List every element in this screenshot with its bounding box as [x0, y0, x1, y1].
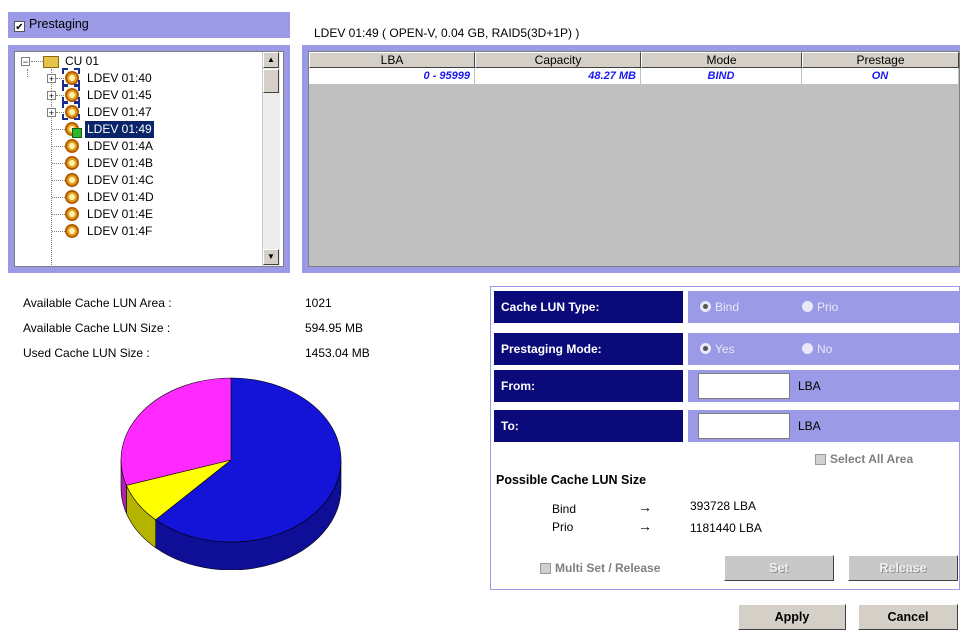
set-button[interactable]: Set [724, 555, 834, 581]
ldev-title: LDEV 01:49 ( OPEN-V, 0.04 GB, RAID5(3D+1… [314, 26, 580, 40]
yes-radio[interactable]: Yes [700, 342, 735, 356]
cell-capacity[interactable]: 48.27 MB [475, 68, 641, 84]
bind-radio[interactable]: Bind [700, 300, 739, 314]
ldev-disk-icon [62, 102, 80, 120]
tree-item-ldev-01-4c[interactable]: LDEV 01:4C [15, 172, 277, 189]
prio-size-label: Prio [552, 520, 574, 534]
ldev-disk-icon [65, 139, 79, 153]
ldev-tree[interactable]: − CU 01 + LDEV 01:40 + LDEV 01:45 + LDEV… [14, 51, 284, 267]
tree-item-ldev-01-47[interactable]: + LDEV 01:47 [15, 102, 277, 121]
tree-item-label: LDEV 01:4A [87, 139, 154, 153]
available-area-value: 1021 [305, 296, 332, 310]
col-header-lba[interactable]: LBA [309, 52, 475, 68]
prestaging-mode-label: Prestaging Mode: [494, 333, 683, 365]
prio-size-value: 1181440 LBA [690, 521, 762, 535]
bind-size-label: Bind [552, 502, 577, 516]
ldev-disk-prestaged-icon [65, 122, 82, 138]
tree-item-ldev-01-45[interactable]: + LDEV 01:45 [15, 85, 277, 104]
ldev-disk-icon [62, 68, 80, 86]
expand-icon[interactable]: + [47, 74, 56, 84]
no-radio-label: No [817, 342, 833, 356]
cell-lba[interactable]: 0 - 95999 [309, 68, 475, 84]
multi-set-label: Multi Set / Release [555, 561, 661, 575]
ldev-disk-icon [65, 190, 79, 204]
select-all-checkbox-box[interactable] [815, 454, 826, 465]
ldev-disk-icon [62, 85, 80, 103]
to-unit: LBA [798, 419, 821, 433]
tree-item-ldev-01-49[interactable]: LDEV 01:49 [15, 121, 277, 138]
tree-item-label: LDEV 01:49 [85, 121, 154, 138]
collapse-icon[interactable]: − [21, 57, 30, 67]
used-size-label: Used Cache LUN Size : [23, 346, 150, 360]
yes-radio-label: Yes [715, 342, 735, 356]
prestaging-mode-options: Yes No [688, 333, 960, 365]
multi-set-checkbox-box[interactable] [540, 563, 551, 574]
select-all-label: Select All Area [830, 452, 914, 466]
scroll-down-icon[interactable]: ▼ [263, 249, 279, 265]
used-size-value: 1453.04 MB [305, 346, 370, 360]
cell-prestage[interactable]: ON [802, 68, 959, 84]
scroll-thumb[interactable] [263, 69, 279, 93]
cache-lun-type-options: Bind Prio [688, 291, 960, 323]
bind-size-value: 393728 LBA [690, 499, 757, 513]
from-row: LBA [688, 370, 960, 402]
cache-lun-type-label: Cache LUN Type: [494, 291, 683, 323]
ldev-disk-icon [65, 173, 79, 187]
tree-item-label: LDEV 01:4F [87, 224, 153, 238]
prestaging-header: ✔ Prestaging [8, 12, 290, 38]
scroll-up-icon[interactable]: ▲ [263, 52, 279, 68]
tree-item-label: LDEV 01:45 [87, 88, 152, 102]
from-label: From: [494, 370, 683, 402]
tree-item-label: LDEV 01:40 [87, 71, 152, 85]
folder-icon [43, 56, 59, 68]
prio-arrow-icon: → [638, 518, 652, 534]
ldev-disk-icon [65, 156, 79, 170]
prestaging-label: Prestaging [29, 17, 89, 31]
prio-radio[interactable]: Prio [802, 300, 838, 314]
ldev-disk-icon [65, 224, 79, 238]
tree-item-label: LDEV 01:4B [87, 156, 154, 170]
from-input[interactable] [698, 373, 790, 399]
select-all-area-checkbox[interactable]: Select All Area [815, 452, 913, 466]
multi-set-release-checkbox[interactable]: Multi Set / Release [540, 561, 660, 575]
possible-size-title: Possible Cache LUN Size [496, 473, 647, 487]
col-header-capacity[interactable]: Capacity [475, 52, 641, 68]
available-size-value: 594.95 MB [305, 321, 364, 335]
to-label: To: [494, 410, 683, 442]
available-size-label: Available Cache LUN Size : [23, 321, 171, 335]
prio-radio-label: Prio [817, 300, 839, 314]
tree-item-label: LDEV 01:4C [87, 173, 154, 187]
tree-item-ldev-01-4d[interactable]: LDEV 01:4D [15, 189, 277, 206]
tree-item-label: LDEV 01:4D [87, 190, 154, 204]
to-input[interactable] [698, 413, 790, 439]
tree-item-label: LDEV 01:4E [87, 207, 154, 221]
col-header-mode[interactable]: Mode [641, 52, 802, 68]
tree-item-ldev-01-4e[interactable]: LDEV 01:4E [15, 206, 277, 223]
tree-item-ldev-01-4a[interactable]: LDEV 01:4A [15, 138, 277, 155]
col-header-prestage[interactable]: Prestage [802, 52, 959, 68]
no-radio[interactable]: No [802, 342, 832, 356]
bind-arrow-icon: → [638, 499, 652, 515]
to-row: LBA [688, 410, 960, 442]
apply-button[interactable]: Apply [738, 604, 846, 630]
release-button[interactable]: Release [848, 555, 958, 581]
available-area-label: Available Cache LUN Area : [23, 296, 172, 310]
tree-item-ldev-01-4b[interactable]: LDEV 01:4B [15, 155, 277, 172]
cache-usage-pie-chart [120, 377, 342, 570]
tree-scrollbar[interactable]: ▲ ▼ [262, 52, 280, 266]
tree-item-ldev-01-40[interactable]: + LDEV 01:40 [15, 68, 277, 87]
expand-icon[interactable]: + [47, 108, 56, 118]
expand-icon[interactable]: + [47, 91, 56, 101]
cancel-button[interactable]: Cancel [858, 604, 958, 630]
ldev-disk-icon [65, 207, 79, 221]
cell-mode[interactable]: BIND [641, 68, 802, 84]
tree-item-ldev-01-4f[interactable]: LDEV 01:4F [15, 223, 277, 240]
from-unit: LBA [798, 379, 821, 393]
prestaging-checkbox[interactable]: ✔ [14, 21, 25, 33]
bind-radio-label: Bind [715, 300, 740, 314]
tree-item-label: LDEV 01:47 [87, 105, 152, 119]
